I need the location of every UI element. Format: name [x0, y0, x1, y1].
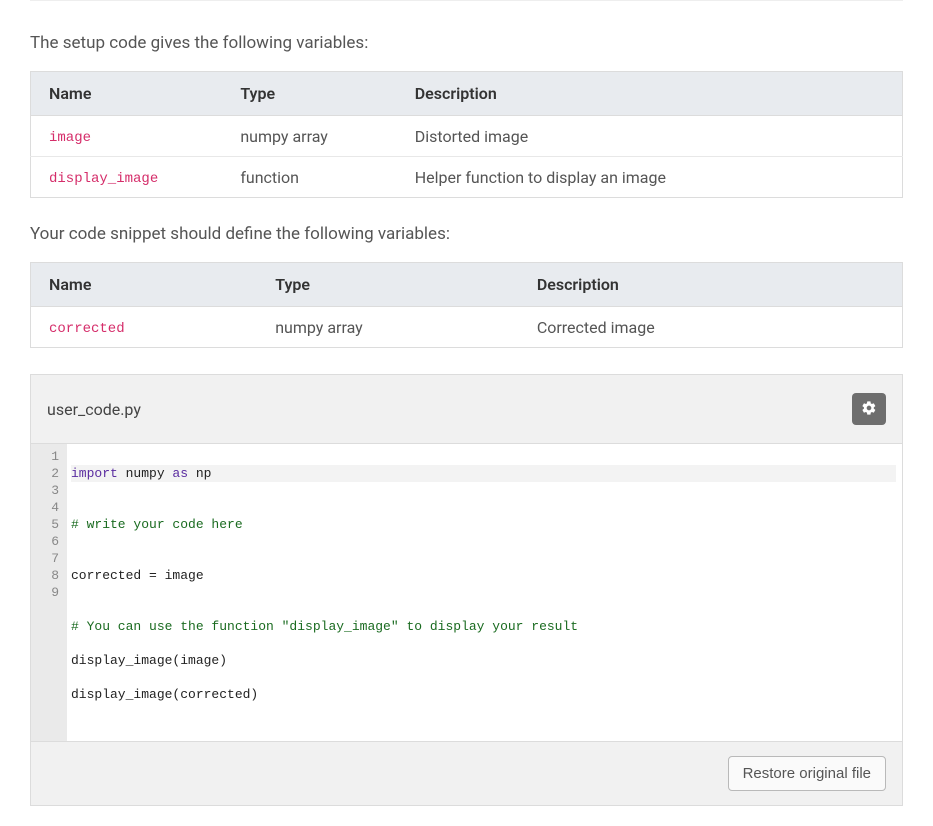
line-number: 5	[37, 516, 59, 533]
code-editor[interactable]: 1 2 3 4 5 6 7 8 9 import numpy as np # w…	[31, 443, 902, 741]
define-vars-table: Name Type Description corrected numpy ar…	[30, 262, 903, 348]
table-row: display_image function Helper function t…	[31, 157, 903, 198]
setup-vars-table: Name Type Description image numpy array …	[30, 71, 903, 198]
line-number: 6	[37, 533, 59, 550]
col-header-description: Description	[519, 263, 903, 307]
col-header-name: Name	[31, 72, 223, 116]
main-container: The setup code gives the following varia…	[0, 1, 933, 826]
restore-original-button[interactable]: Restore original file	[728, 756, 886, 791]
var-desc: Corrected image	[519, 307, 903, 348]
col-header-description: Description	[397, 72, 903, 116]
col-header-type: Type	[257, 263, 519, 307]
code-line: # write your code here	[71, 516, 896, 533]
var-desc: Helper function to display an image	[397, 157, 903, 198]
editor-footer: Restore original file	[31, 741, 902, 805]
line-number: 7	[37, 550, 59, 567]
line-number: 9	[37, 584, 59, 601]
line-number: 4	[37, 499, 59, 516]
var-type: numpy array	[222, 116, 396, 157]
code-line: import numpy as np	[71, 465, 896, 482]
code-editor-panel: user_code.py 1 2 3 4 5 6 7 8 9 import nu…	[30, 374, 903, 806]
settings-button[interactable]	[852, 393, 886, 425]
code-content[interactable]: import numpy as np # write your code her…	[67, 444, 902, 741]
filename-label: user_code.py	[47, 400, 141, 419]
var-name: image	[49, 130, 91, 146]
table-row: image numpy array Distorted image	[31, 116, 903, 157]
gear-icon	[861, 400, 877, 419]
col-header-name: Name	[31, 263, 258, 307]
var-name: display_image	[49, 171, 158, 187]
intro-define-vars: Your code snippet should define the foll…	[30, 224, 903, 244]
var-name: corrected	[49, 321, 125, 337]
line-number: 8	[37, 567, 59, 584]
line-number: 2	[37, 465, 59, 482]
var-type: numpy array	[257, 307, 519, 348]
line-number: 3	[37, 482, 59, 499]
var-desc: Distorted image	[397, 116, 903, 157]
editor-header: user_code.py	[31, 375, 902, 443]
line-gutter: 1 2 3 4 5 6 7 8 9	[31, 444, 67, 741]
line-number: 1	[37, 448, 59, 465]
var-type: function	[222, 157, 396, 198]
code-line: # You can use the function "display_imag…	[71, 618, 896, 635]
code-line: display_image(corrected)	[71, 686, 896, 703]
table-row: corrected numpy array Corrected image	[31, 307, 903, 348]
col-header-type: Type	[222, 72, 396, 116]
code-line: corrected = image	[71, 567, 896, 584]
intro-setup-vars: The setup code gives the following varia…	[30, 33, 903, 53]
code-line: display_image(image)	[71, 652, 896, 669]
